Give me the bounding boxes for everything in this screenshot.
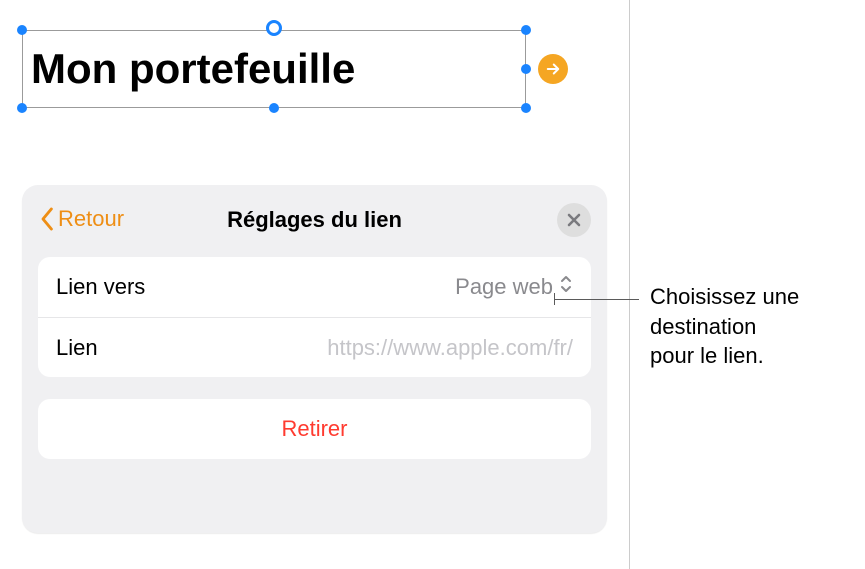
rotate-handle[interactable] — [266, 20, 282, 36]
callout-text: Choisissez une destination pour le lien. — [650, 282, 799, 371]
popover-title: Réglages du lien — [227, 207, 402, 233]
resize-handle[interactable] — [521, 103, 531, 113]
link-to-value-text: Page web — [455, 274, 553, 300]
resize-handle[interactable] — [17, 25, 27, 35]
link-url-label: Lien — [56, 335, 98, 361]
link-url-row[interactable]: Lien https://www.apple.com/fr/ — [38, 317, 591, 377]
callout-line3: pour le lien. — [650, 343, 764, 368]
resize-handle[interactable] — [17, 103, 27, 113]
remove-button[interactable]: Retirer — [38, 399, 591, 459]
back-label: Retour — [58, 206, 124, 232]
link-url-placeholder: https://www.apple.com/fr/ — [327, 335, 573, 361]
callout-line — [555, 299, 639, 300]
canvas-area: Mon portefeuille Retour Réglages du lien — [0, 0, 630, 569]
selected-textbox[interactable]: Mon portefeuille — [22, 30, 526, 108]
link-badge-icon[interactable] — [538, 54, 568, 84]
back-button[interactable]: Retour — [38, 205, 124, 233]
textbox-inner: Mon portefeuille — [22, 30, 526, 108]
link-to-value: Page web — [455, 274, 573, 300]
chevron-updown-icon — [559, 274, 573, 300]
popover-header: Retour Réglages du lien — [38, 203, 591, 243]
resize-handle[interactable] — [521, 25, 531, 35]
callout-line2: destination — [650, 314, 756, 339]
link-to-label: Lien vers — [56, 274, 145, 300]
link-form-group: Lien vers Page web Lien https://www.appl… — [38, 257, 591, 377]
link-settings-popover: Retour Réglages du lien Lien vers Page w… — [22, 185, 607, 533]
close-button[interactable] — [557, 203, 591, 237]
remove-label: Retirer — [281, 416, 347, 442]
resize-handle[interactable] — [269, 103, 279, 113]
textbox-title: Mon portefeuille — [31, 45, 355, 93]
resize-handle[interactable] — [521, 64, 531, 74]
link-to-row[interactable]: Lien vers Page web — [38, 257, 591, 317]
callout-line1: Choisissez une — [650, 284, 799, 309]
